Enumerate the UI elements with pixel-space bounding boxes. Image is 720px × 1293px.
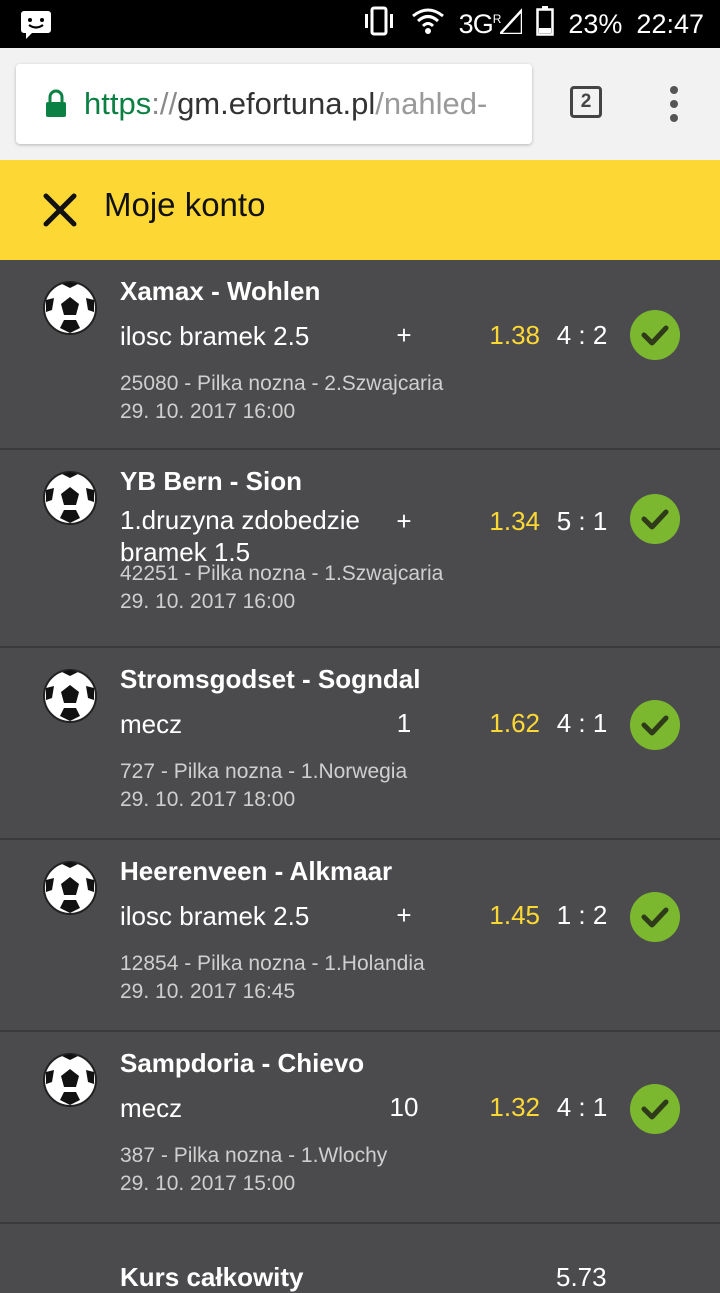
soccer-ball-icon [42, 668, 98, 724]
vibrate-icon [361, 6, 397, 43]
event-info: 387 - Pilka nozna - 1.Wlochy [120, 1144, 388, 1167]
bet-pick: + [396, 506, 412, 536]
event-datetime: 29. 10. 2017 16:00 [120, 400, 296, 423]
total-odds-value: 5.73 [556, 1262, 607, 1292]
browser-toolbar: https://gm.efortuna.pl/nahled- 2 [0, 48, 720, 160]
bet-market: ilosc bramek 2.5 [120, 901, 310, 931]
event-info: 42251 - Pilka nozna - 1.Szwajcaria [120, 562, 444, 585]
event-info: 12854 - Pilka nozna - 1.Holandia [120, 952, 425, 975]
total-odds-row: Kurs całkowity 5.73 [0, 1224, 720, 1292]
soccer-ball-icon [42, 1052, 98, 1108]
match-teams: Heerenveen - Alkmaar [120, 856, 393, 886]
soccer-ball-icon [42, 280, 98, 336]
bet-pick: 10 [389, 1092, 419, 1122]
win-check-icon [630, 700, 680, 750]
final-score: 4 : 2 [556, 320, 608, 350]
final-score: 1 : 2 [556, 900, 608, 930]
signal-icon [497, 6, 524, 41]
bet-meta: 387 - Pilka nozna - 1.Wlochy 29. 10. 201… [120, 1142, 387, 1198]
event-datetime: 29. 10. 2017 16:45 [120, 980, 296, 1003]
bet-market: mecz [120, 709, 183, 739]
bet-odds: 1.34 [489, 506, 540, 536]
tab-switcher-button[interactable]: 2 [570, 86, 602, 118]
bet-row[interactable]: Stromsgodset - Sogndal mecz 1 1.62 4 : 1… [0, 648, 720, 840]
bet-odds: 1.38 [489, 320, 540, 350]
bet-row[interactable]: Sampdoria - Chievo mecz 10 1.32 4 : 1 38… [0, 1032, 720, 1224]
match-teams: Sampdoria - Chievo [120, 1048, 365, 1078]
bet-meta: 25080 - Pilka nozna - 2.Szwajcaria 29. 1… [120, 370, 443, 426]
win-check-icon [630, 1084, 680, 1134]
event-info: 727 - Pilka nozna - 1.Norwegia [120, 760, 408, 783]
bet-row[interactable]: Heerenveen - Alkmaar ilosc bramek 2.5 + … [0, 840, 720, 1032]
wifi-icon [411, 7, 445, 42]
soccer-ball-icon [42, 860, 98, 916]
bet-row[interactable]: Xamax - Wohlen ilosc bramek 2.5 + 1.38 4… [0, 260, 720, 450]
bet-meta: 42251 - Pilka nozna - 1.Szwajcaria 29. 1… [120, 560, 443, 616]
bet-meta: 727 - Pilka nozna - 1.Norwegia 29. 10. 2… [120, 758, 407, 814]
bet-odds: 1.62 [489, 708, 540, 738]
final-score: 4 : 1 [556, 708, 608, 738]
event-datetime: 29. 10. 2017 15:00 [120, 1172, 296, 1195]
win-check-icon [630, 494, 680, 544]
total-odds-label: Kurs całkowity [120, 1262, 304, 1292]
win-check-icon [630, 892, 680, 942]
bet-market: 1.druzyna zdobedzie bramek 1.5 [120, 505, 360, 567]
battery-icon [536, 5, 555, 43]
match-teams: YB Bern - Sion [120, 466, 303, 496]
soccer-ball-icon [42, 470, 98, 526]
bet-market: ilosc bramek 2.5 [120, 321, 310, 351]
match-teams: Xamax - Wohlen [120, 276, 321, 306]
status-bar: 3GR 23% 22:47 [0, 0, 720, 48]
page-title: Moje konto [104, 186, 266, 223]
lock-icon [44, 89, 68, 119]
url-text: https://gm.efortuna.pl/nahled- [84, 86, 488, 121]
network-type: 3GR [458, 8, 502, 39]
bet-market: mecz [120, 1093, 183, 1123]
bet-meta: 12854 - Pilka nozna - 1.Holandia 29. 10.… [120, 950, 425, 1006]
event-info: 25080 - Pilka nozna - 2.Szwajcaria [120, 372, 444, 395]
bet-pick: + [396, 900, 412, 930]
final-score: 4 : 1 [556, 1092, 608, 1122]
match-teams: Stromsgodset - Sogndal [120, 664, 421, 694]
bet-row[interactable]: YB Bern - Sion 1.druzyna zdobedzie brame… [0, 450, 720, 648]
bet-list: Xamax - Wohlen ilosc bramek 2.5 + 1.38 4… [0, 260, 720, 1292]
bet-pick: 1 [396, 708, 412, 738]
bet-pick: + [396, 320, 412, 350]
clock: 22:47 [636, 8, 704, 39]
overflow-menu-icon[interactable] [664, 84, 684, 124]
bet-odds: 1.32 [489, 1092, 540, 1122]
bet-odds: 1.45 [489, 900, 540, 930]
notification-icon [20, 10, 52, 45]
final-score: 5 : 1 [556, 506, 608, 536]
close-icon[interactable] [42, 192, 78, 228]
event-datetime: 29. 10. 2017 18:00 [120, 788, 296, 811]
battery-percent: 23% [568, 8, 623, 39]
event-datetime: 29. 10. 2017 16:00 [120, 590, 296, 613]
address-bar[interactable]: https://gm.efortuna.pl/nahled- [16, 64, 532, 144]
win-check-icon [630, 310, 680, 360]
